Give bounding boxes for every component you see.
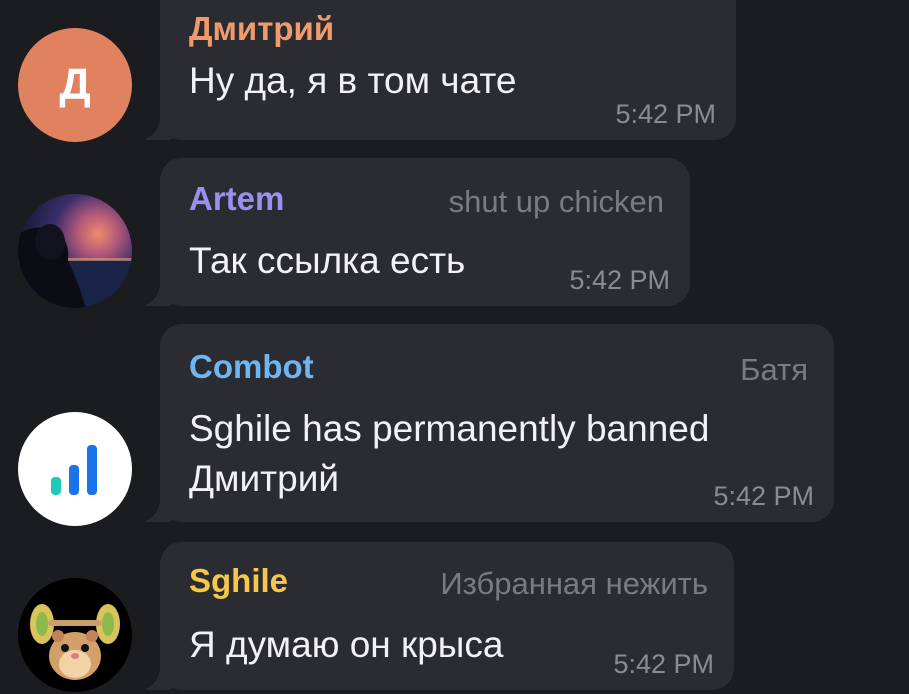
message-bubble[interactable]: Artem shut up chicken Так ссылка есть 5:…: [146, 158, 690, 306]
bubble-tail: [146, 118, 174, 140]
chat-message-list: Д Дмитрий Ну да, я в том чате 5:42 PM Ar…: [0, 0, 909, 694]
hamster-icon: [30, 604, 120, 680]
message-text: Ну да, я в том чате: [189, 60, 517, 101]
message-time: 5:42 PM: [569, 265, 670, 295]
message-bubble[interactable]: Дмитрий Ну да, я в том чате 5:42 PM: [146, 0, 736, 140]
sender-name[interactable]: Combot: [189, 348, 314, 386]
sender-name[interactable]: Sghile: [189, 562, 288, 600]
avatar[interactable]: Д: [18, 28, 132, 142]
avatar-letter: Д: [59, 60, 91, 109]
message-text: Так ссылка есть: [189, 240, 466, 281]
sender-name[interactable]: Дмитрий: [189, 10, 334, 48]
bubble-tail: [146, 668, 174, 690]
member-title: Избранная нежить: [440, 566, 708, 601]
message-time: 5:42 PM: [615, 99, 716, 129]
bar-chart-logo-icon: [51, 445, 97, 495]
message-bubble[interactable]: Combot Батя Sghile has permanently banne…: [146, 324, 834, 522]
message-text: Я думаю он крыса: [189, 624, 504, 665]
bubble-tail: [146, 500, 174, 522]
avatar[interactable]: [18, 194, 132, 308]
avatar[interactable]: [18, 412, 132, 526]
message-time: 5:42 PM: [613, 649, 714, 679]
message-text-line-1: Sghile has permanently banned: [189, 408, 710, 449]
avatar[interactable]: [18, 578, 132, 692]
member-title: Батя: [740, 352, 808, 387]
bubble-tail: [146, 284, 174, 306]
sender-name[interactable]: Artem: [189, 180, 284, 218]
member-title: shut up chicken: [448, 184, 664, 219]
message-text-line-2: Дмитрий: [189, 458, 340, 499]
message-bubble[interactable]: Sghile Избранная нежить Я думаю он крыса…: [146, 542, 734, 690]
profile-photo-icon: [18, 224, 132, 308]
message-time: 5:42 PM: [713, 481, 814, 511]
